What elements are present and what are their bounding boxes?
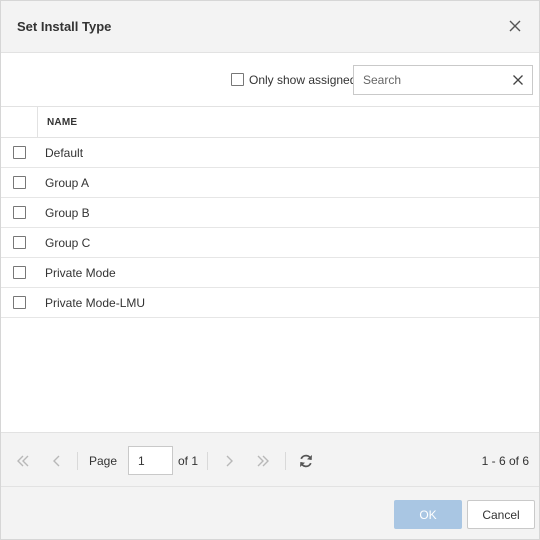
dialog-footer: OK Cancel <box>1 487 539 539</box>
refresh-icon[interactable] <box>298 453 314 469</box>
page-label: Page <box>89 454 118 468</box>
row-name: Group C <box>45 236 91 250</box>
pager-divider <box>207 452 208 470</box>
only-show-assigned-checkbox[interactable] <box>231 73 244 86</box>
table-row[interactable]: Group A <box>1 168 539 198</box>
cancel-button[interactable]: Cancel <box>467 500 535 529</box>
table-row[interactable]: Private Mode-LMU <box>1 288 539 318</box>
row-checkbox[interactable] <box>13 236 26 249</box>
last-page-icon[interactable] <box>255 453 271 469</box>
table-row[interactable]: Default <box>1 138 539 168</box>
table-body: Default Group A Group B Group C Private … <box>1 138 539 318</box>
page-number-input[interactable] <box>128 446 173 475</box>
only-show-assigned-label[interactable]: Only show assigned <box>249 73 356 87</box>
row-name: Group A <box>45 176 90 190</box>
filter-toolbar: Only show assigned <box>1 53 539 107</box>
row-checkbox[interactable] <box>13 266 26 279</box>
row-checkbox[interactable] <box>13 146 26 159</box>
set-install-type-dialog: Set Install Type Only show assigned NAME… <box>0 0 540 540</box>
table-row[interactable]: Private Mode <box>1 258 539 288</box>
pager-divider <box>77 452 78 470</box>
page-count-label: of 1 <box>178 454 199 468</box>
table-row[interactable]: Group C <box>1 228 539 258</box>
table-row[interactable]: Group B <box>1 198 539 228</box>
results-range-label: 1 - 6 of 6 <box>481 454 529 468</box>
table-header: NAME <box>1 107 539 138</box>
dialog-header: Set Install Type <box>1 1 539 53</box>
dialog-title: Set Install Type <box>17 19 112 34</box>
row-checkbox[interactable] <box>13 296 26 309</box>
pagination-bar: Page of 1 1 - 6 of 6 <box>1 432 539 487</box>
row-name: Private Mode <box>45 266 116 280</box>
row-checkbox[interactable] <box>13 206 26 219</box>
pager-divider <box>285 452 286 470</box>
first-page-icon[interactable] <box>15 453 31 469</box>
header-divider <box>37 107 38 137</box>
row-name: Group B <box>45 206 90 220</box>
search-box <box>353 65 533 95</box>
search-clear-icon[interactable] <box>512 74 524 86</box>
row-name: Private Mode-LMU <box>45 296 146 310</box>
row-checkbox[interactable] <box>13 176 26 189</box>
column-header-name[interactable]: NAME <box>47 117 77 128</box>
prev-page-icon[interactable] <box>49 453 65 469</box>
row-name: Default <box>45 146 84 160</box>
ok-button[interactable]: OK <box>394 500 462 529</box>
search-input[interactable] <box>354 66 504 94</box>
close-icon[interactable] <box>507 18 523 34</box>
next-page-icon[interactable] <box>221 453 237 469</box>
